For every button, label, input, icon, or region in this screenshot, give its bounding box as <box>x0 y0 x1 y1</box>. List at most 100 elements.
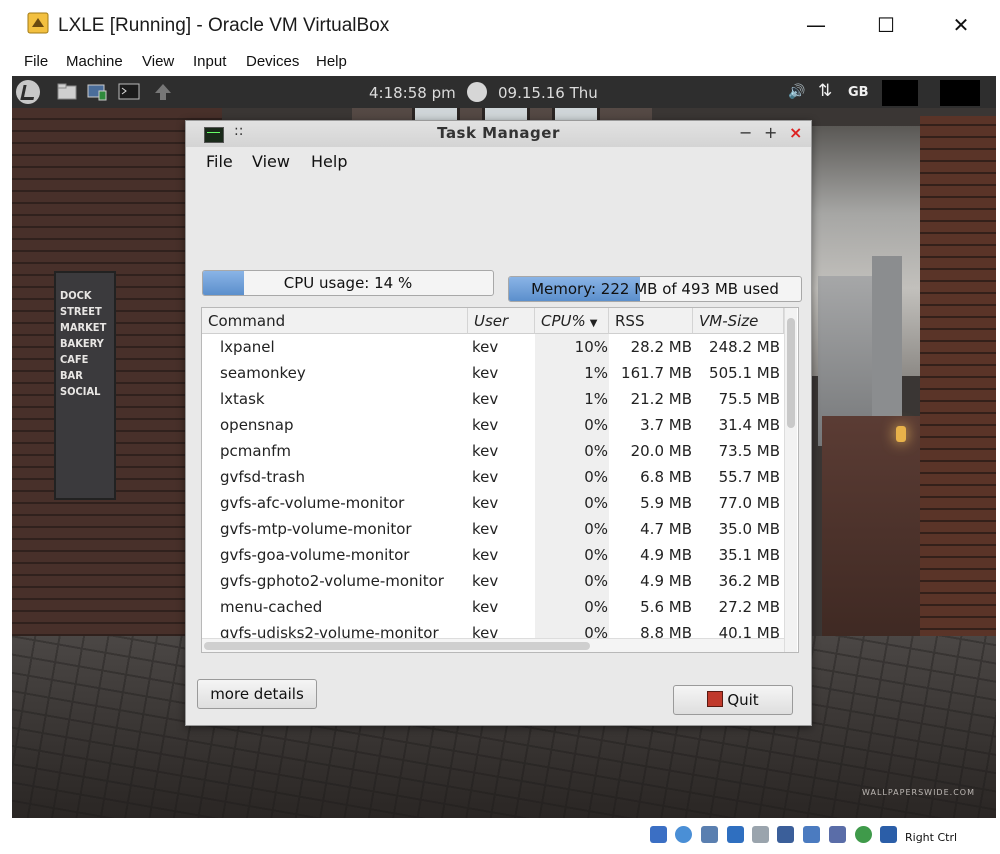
table-row[interactable]: gvfs-afc-volume-monitor kev 0% 5.9 MB 77.0 M… <box>202 490 782 516</box>
column-label: RSS <box>615 312 645 330</box>
cell-cpu: 0% <box>584 416 608 434</box>
tm-menu-file[interactable]: File <box>206 152 233 171</box>
table-row[interactable]: opensnap kev 0% 3.7 MB 31.4 MB <box>202 412 782 438</box>
table-row[interactable]: menu-cached kev 0% 5.6 MB 27.2 MB <box>202 594 782 620</box>
table-row[interactable]: seamonkey kev 1% 161.7 MB 505.1 MB <box>202 360 782 386</box>
cell-rss: 28.2 MB <box>630 338 692 356</box>
host-title-bar[interactable]: LXLE [Running] - Oracle VM VirtualBox — … <box>0 0 1000 50</box>
column-header-user[interactable]: User <box>468 308 535 334</box>
cell-command: pcmanfm <box>220 442 291 460</box>
task-manager-title-bar[interactable]: :: Task Manager − + × <box>186 121 811 147</box>
cell-command: gvfs-gphoto2-volume-monitor <box>220 572 444 590</box>
menu-input[interactable]: Input <box>193 53 226 70</box>
keyboard-layout-indicator[interactable]: GB <box>848 85 869 100</box>
cpu-activity-icon[interactable] <box>855 826 872 843</box>
close-button[interactable]: ✕ <box>938 10 984 40</box>
vertical-scrollbar[interactable] <box>784 308 797 652</box>
mouse-integration-icon[interactable] <box>880 826 897 843</box>
quit-button[interactable]: Quit <box>673 685 793 715</box>
minimize-button[interactable]: — <box>793 10 839 40</box>
hard-disk-icon[interactable] <box>650 826 667 843</box>
horizontal-scrollbar[interactable] <box>202 638 784 652</box>
cell-vm: 248.2 MB <box>709 338 780 356</box>
desktop-panel: 4:18:58 pm 09.15.16 Thu 🔊 ⇅ GB <box>12 76 996 108</box>
cpu-usage-label: CPU usage: 14 % <box>283 274 413 292</box>
cell-vm: 73.5 MB <box>718 442 780 460</box>
column-header-cpu[interactable]: CPU% ▼ <box>535 308 609 334</box>
memory-usage-bar: Memory: 222 MB of 493 MB used <box>508 276 802 302</box>
audio-icon[interactable] <box>701 826 718 843</box>
cell-cpu: 0% <box>584 598 608 616</box>
cell-user: kev <box>472 442 499 460</box>
panel-clock[interactable]: 4:18:58 pm <box>369 84 456 102</box>
cell-rss: 4.7 MB <box>640 520 692 538</box>
cell-vm: 31.4 MB <box>718 416 780 434</box>
tm-maximize-button[interactable]: + <box>764 123 777 142</box>
cell-rss: 5.6 MB <box>640 598 692 616</box>
menu-devices[interactable]: Devices <box>246 53 299 70</box>
cell-cpu: 0% <box>584 494 608 512</box>
table-row[interactable]: gvfsd-trash kev 0% 6.8 MB 55.7 MB <box>202 464 782 490</box>
cell-vm: 27.2 MB <box>718 598 780 616</box>
task-manager-window: :: Task Manager − + × File View Help CPU… <box>185 120 812 726</box>
terminal-icon[interactable] <box>118 82 140 102</box>
cell-cpu: 0% <box>584 520 608 538</box>
cell-cpu: 0% <box>584 572 608 590</box>
tm-minimize-button[interactable]: − <box>739 123 752 142</box>
cell-cpu: 0% <box>584 442 608 460</box>
host-menu-bar: File Machine View Input Devices Help <box>0 50 1000 76</box>
cell-cpu: 1% <box>584 364 608 382</box>
upgrade-arrow-icon[interactable] <box>152 82 174 102</box>
table-row[interactable]: gvfs-goa-volume-monitor kev 0% 4.9 MB 35.1 M… <box>202 542 782 568</box>
column-header-vmsize[interactable]: VM-Size <box>693 308 784 334</box>
optical-drive-icon[interactable] <box>675 826 692 843</box>
video-capture-icon[interactable] <box>829 826 846 843</box>
cell-vm: 75.5 MB <box>718 390 780 408</box>
maximize-button[interactable]: ☐ <box>863 10 909 40</box>
tm-menu-view[interactable]: View <box>252 152 290 171</box>
cell-rss: 21.2 MB <box>630 390 692 408</box>
table-row[interactable]: lxtask kev 1% 21.2 MB 75.5 MB <box>202 386 782 412</box>
menu-file[interactable]: File <box>24 53 48 70</box>
quit-icon <box>707 691 724 707</box>
menu-machine[interactable]: Machine <box>66 53 123 70</box>
cell-user: kev <box>472 598 499 616</box>
table-row[interactable]: pcmanfm kev 0% 20.0 MB 73.5 MB <box>202 438 782 464</box>
redacted-tray-area <box>882 80 918 106</box>
usb-icon[interactable] <box>752 826 769 843</box>
table-row[interactable]: lxpanel kev 10% 28.2 MB 248.2 MB <box>202 334 782 360</box>
column-header-command[interactable]: Command <box>202 308 468 334</box>
cell-user: kev <box>472 494 499 512</box>
cell-vm: 55.7 MB <box>718 468 780 486</box>
cell-command: gvfsd-trash <box>220 468 305 486</box>
file-manager-icon[interactable] <box>56 82 78 102</box>
menu-help[interactable]: Help <box>316 53 347 70</box>
network-icon[interactable]: ⇅ <box>818 81 832 101</box>
lxle-menu-icon[interactable] <box>16 80 40 104</box>
column-label: User <box>474 312 509 330</box>
shared-folders-icon[interactable] <box>777 826 794 843</box>
host-key-label: Right Ctrl <box>905 831 958 844</box>
tm-close-button[interactable]: × <box>789 123 802 142</box>
volume-icon[interactable]: 🔊 <box>788 84 805 100</box>
process-table[interactable]: Command User CPU% ▼ RSS VM-Size lxpanel ke… <box>201 307 799 653</box>
panel-date[interactable]: 09.15.16 Thu <box>498 84 598 102</box>
cell-user: kev <box>472 364 499 382</box>
show-desktop-icon[interactable] <box>86 82 108 102</box>
tm-menu-help[interactable]: Help <box>311 152 347 171</box>
cell-command: seamonkey <box>220 364 306 382</box>
table-row[interactable]: gvfs-mtp-volume-monitor kev 0% 4.7 MB 35.0 M… <box>202 516 782 542</box>
menu-view[interactable]: View <box>142 53 174 70</box>
host-status-bar: Right Ctrl <box>0 818 1000 854</box>
table-row[interactable]: gvfs-gphoto2-volume-monitor kev 0% 4.9 MB 36… <box>202 568 782 594</box>
redacted-tray-area <box>940 80 980 106</box>
horizontal-scrollbar-thumb[interactable] <box>204 642 590 650</box>
calendar-icon[interactable] <box>467 82 487 102</box>
network-adapter-icon[interactable] <box>727 826 744 843</box>
cell-cpu: 10% <box>574 338 608 356</box>
more-details-button[interactable]: more details <box>197 679 317 709</box>
display-icon[interactable] <box>803 826 820 843</box>
column-header-rss[interactable]: RSS <box>609 308 693 334</box>
virtualbox-app-icon <box>27 12 49 34</box>
vertical-scrollbar-thumb[interactable] <box>787 318 795 428</box>
